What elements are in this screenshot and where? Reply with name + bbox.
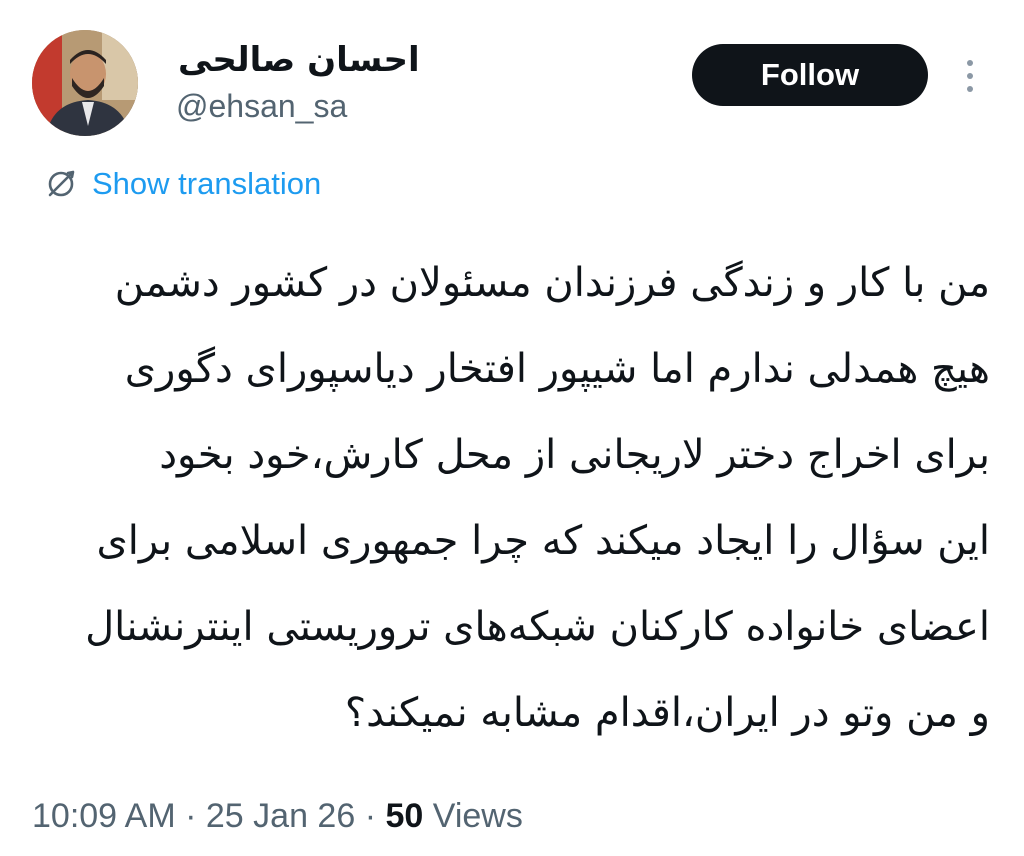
tweet-date[interactable]: 25 Jan 26 — [206, 797, 355, 835]
tweet-page: احسان صالحی @ehsan_sa Follow Show transl… — [0, 0, 1024, 856]
more-dot — [967, 86, 973, 92]
tweet-line: من با کار و زندگی فرزندان مسئولان در کشو… — [114, 260, 990, 306]
avatar-photo-icon — [32, 30, 138, 136]
more-options-icon[interactable] — [956, 52, 984, 100]
tweet-line: اعضای خانواده کارکنان شبکه‌های تروریستی … — [85, 604, 990, 650]
meta-separator: · — [364, 797, 377, 835]
more-dot — [967, 73, 973, 79]
meta-separator: · — [185, 797, 197, 835]
views-count[interactable]: 50 — [385, 797, 423, 835]
tweet-meta: 10:09 AM · 25 Jan 26 · 50 Views — [32, 792, 523, 840]
author-display-name[interactable]: احسان صالحی — [178, 38, 420, 82]
author-handle[interactable]: @ehsan_sa — [176, 86, 347, 126]
tweet-line: برای اخراج دختر لاریجانی از محل کارش،خود… — [159, 432, 990, 478]
tweet-text: من با کار و زندگی فرزندان مسئولان در کشو… — [40, 240, 990, 756]
follow-button[interactable]: Follow — [692, 44, 928, 106]
author-avatar[interactable] — [32, 30, 138, 136]
globe-icon — [48, 170, 75, 197]
tweet-line: هیچ همدلی ندارم اما شیپور افتخار دیاسپور… — [124, 346, 990, 392]
more-dot — [967, 60, 973, 66]
tweet-line: این سؤال را ایجاد میکند که چرا جمهوری اس… — [96, 518, 991, 564]
show-translation-label: Show translation — [92, 166, 322, 201]
tweet-time[interactable]: 10:09 AM — [32, 797, 176, 835]
tweet-line: و من وتو در ایران،اقدام مشابه نمیکند؟ — [344, 690, 990, 736]
show-translation-link[interactable]: Show translation — [44, 162, 321, 206]
views-label: Views — [432, 797, 523, 835]
